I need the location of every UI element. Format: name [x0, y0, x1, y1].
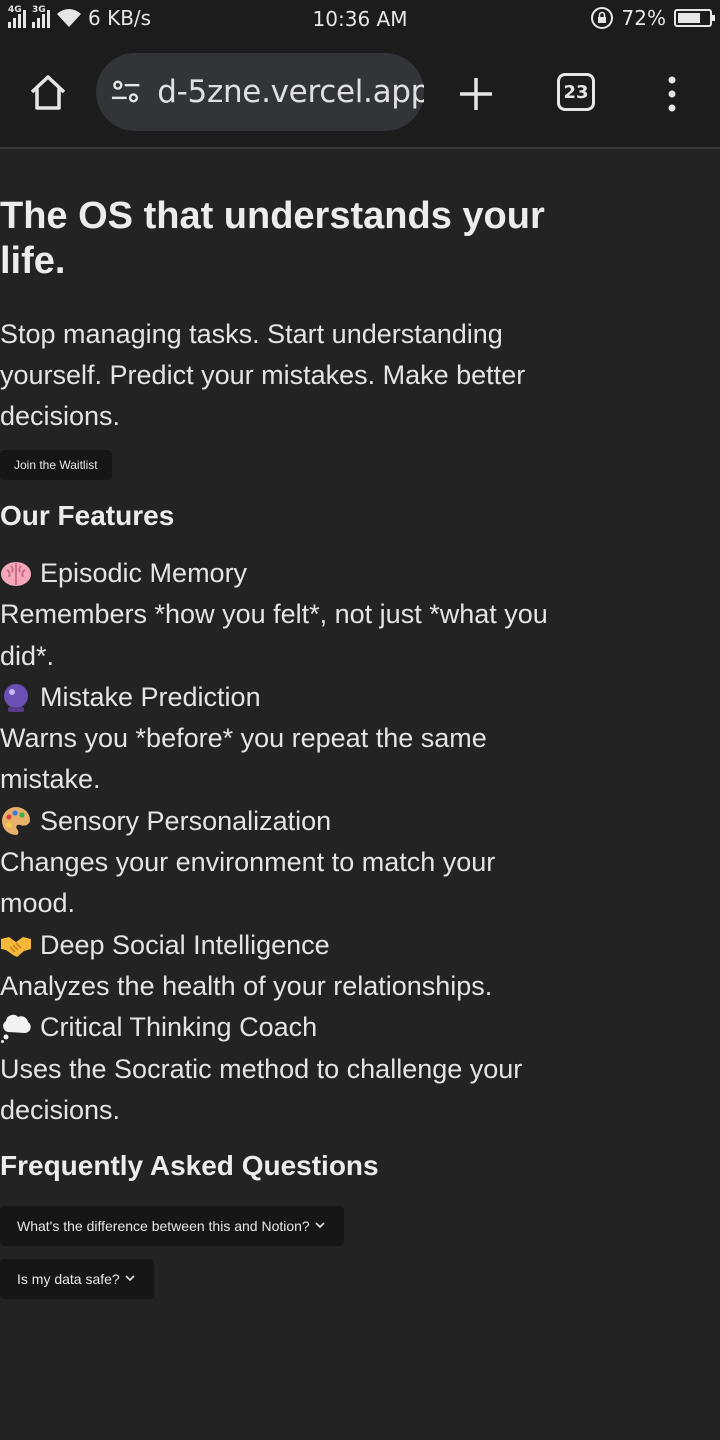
- feature-description: Analyzes the health of your relationship…: [0, 970, 493, 1001]
- hero-title: The OS that understands your life.: [0, 195, 545, 282]
- feature-name: Critical Thinking Coach: [40, 1012, 318, 1043]
- features-title: Our Features: [0, 500, 175, 531]
- faq-title: Frequently Asked Questions: [0, 1150, 379, 1181]
- feature-name: Mistake Prediction: [40, 681, 261, 712]
- chevron-down-icon: [315, 1222, 325, 1229]
- battery-percent: 72%: [621, 6, 666, 30]
- faq-question-text: Is my data safe?: [17, 1271, 120, 1287]
- address-bar[interactable]: d-5zne.vercel.app: [96, 53, 424, 131]
- palette-icon: [2, 807, 30, 836]
- features-list: Episodic Memory Remembers *how you felt*…: [0, 553, 575, 1131]
- feature-description: Uses the Socratic method to challenge yo…: [0, 1053, 523, 1125]
- home-icon[interactable]: [27, 72, 69, 114]
- status-right: 72%: [590, 6, 715, 30]
- battery-icon: [674, 9, 715, 27]
- rotation-lock-icon: [590, 7, 613, 29]
- join-waitlist-button[interactable]: Join the Waitlist: [0, 450, 112, 480]
- status-bar: 4G 3G 6 KB/s 10:36 AM 72%: [0, 0, 720, 38]
- feature-name: Deep Social Intelligence: [40, 929, 330, 960]
- faq-question-text: What's the difference between this and N…: [17, 1218, 310, 1234]
- site-settings-icon[interactable]: [110, 76, 141, 108]
- new-tab-icon[interactable]: [456, 74, 496, 114]
- hero-subtitle: Stop managing tasks. Start understanding…: [0, 319, 526, 431]
- chevron-down-icon: [125, 1275, 135, 1282]
- url-text[interactable]: d-5zne.vercel.app: [157, 74, 424, 110]
- crystal-ball-icon: [4, 683, 28, 712]
- feature-description: Warns you *before* you repeat the same m…: [0, 723, 487, 795]
- thought-bubble-icon: [1, 1014, 31, 1043]
- faq-question-button[interactable]: Is my data safe?: [0, 1259, 154, 1299]
- feature-description: Remembers *how you felt*, not just *what…: [0, 599, 548, 671]
- feature-item: Mistake Prediction Warns you *before* yo…: [0, 677, 575, 801]
- feature-item: Critical Thinking Coach Uses the Socrati…: [0, 1007, 575, 1131]
- feature-item: Sensory Personalization Changes your env…: [0, 801, 575, 925]
- browser-toolbar: d-5zne.vercel.app 23: [0, 38, 720, 149]
- brain-icon: [1, 561, 31, 586]
- feature-name: Episodic Memory: [40, 558, 248, 588]
- faq-question-button[interactable]: What's the difference between this and N…: [0, 1206, 344, 1246]
- handshake-icon: [1, 937, 31, 958]
- feature-item: Deep Social Intelligence Analyzes the he…: [0, 925, 575, 1008]
- tab-switcher-button[interactable]: 23: [557, 73, 595, 111]
- feature-description: Changes your environment to match your m…: [0, 847, 496, 919]
- battery-level: [678, 13, 700, 23]
- feature-name: Sensory Personalization: [40, 805, 332, 836]
- more-options-icon[interactable]: [662, 76, 682, 112]
- feature-item: Episodic Memory Remembers *how you felt*…: [0, 553, 575, 677]
